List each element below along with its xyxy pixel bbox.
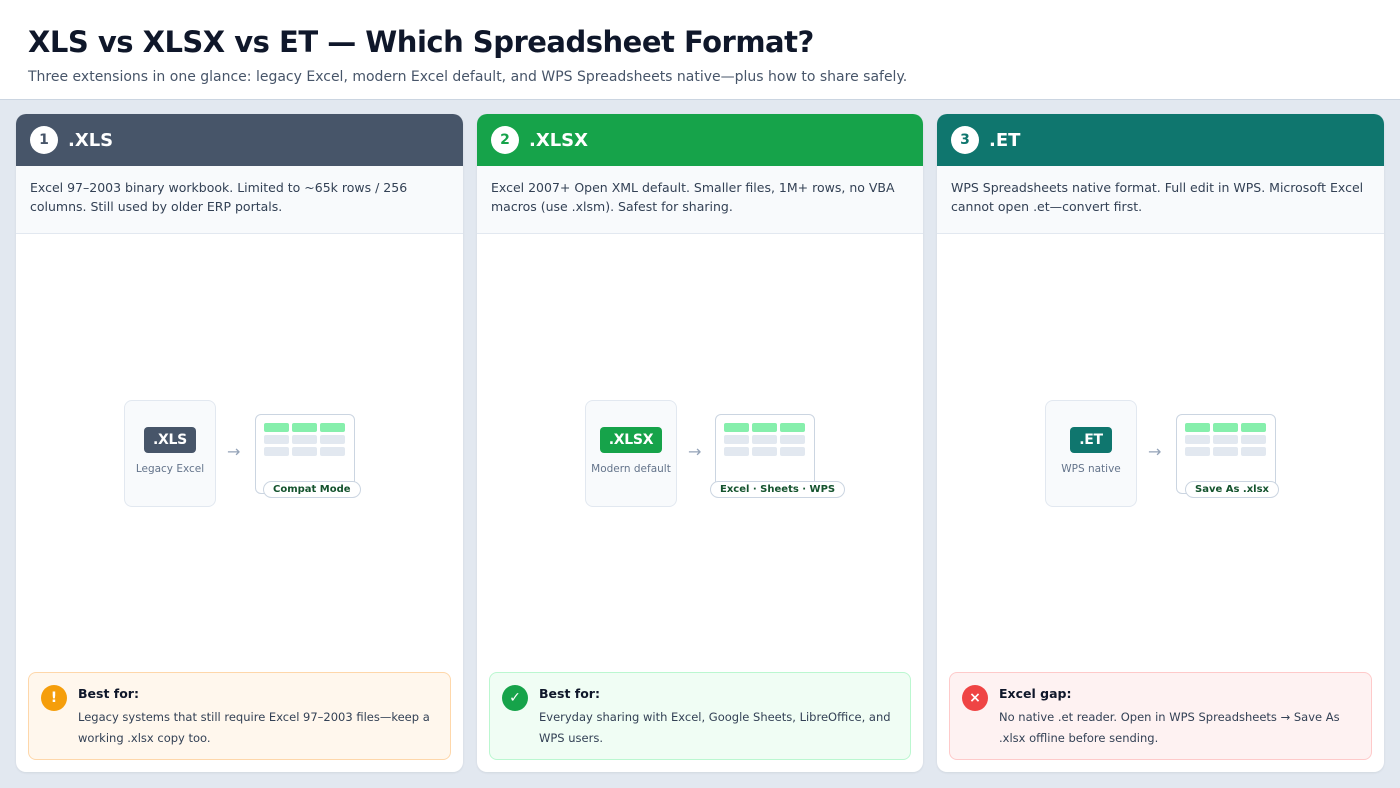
file-type-caption: Legacy Excel [135, 463, 205, 475]
file-type-box: .XLS Legacy Excel [124, 400, 216, 507]
note-body: No native .et reader. Open in WPS Spread… [999, 710, 1340, 745]
card-header: 1 .XLS [16, 114, 463, 166]
page-subtitle: Three extensions in one glance: legacy E… [28, 69, 908, 85]
card-title: .XLSX [529, 129, 589, 151]
format-card-xls: 1 .XLS Excel 97–2003 binary workbook. Li… [16, 114, 463, 772]
compatibility-tag: Compat Mode [263, 481, 361, 498]
file-type-caption: WPS native [1061, 463, 1121, 475]
card-description: WPS Spreadsheets native format. Full edi… [937, 166, 1384, 234]
arrow-right-icon: → [1148, 442, 1162, 461]
page-title: XLS vs XLSX vs ET — Which Spreadsheet Fo… [28, 25, 814, 59]
best-for-note: ✓ Best for: Everyday sharing with Excel,… [489, 672, 911, 760]
step-number-badge: 1 [30, 126, 58, 154]
file-extension-pill: .XLSX [599, 427, 663, 453]
file-extension-pill: .ET [1070, 427, 1112, 453]
file-type-box: .ET WPS native [1045, 400, 1137, 507]
conversion-diagram: .ET WPS native → Save As .xlsx [937, 234, 1384, 674]
card-header: 3 .ET [937, 114, 1384, 166]
note-body: Legacy systems that still require Excel … [78, 710, 430, 745]
arrow-right-icon: → [227, 442, 241, 461]
excel-gap-note: × Excel gap: No native .et reader. Open … [949, 672, 1372, 760]
warning-icon: ! [41, 685, 67, 711]
error-icon: × [962, 685, 988, 711]
card-title: .ET [989, 129, 1021, 151]
note-title: Excel gap: [999, 686, 1072, 701]
conversion-diagram: .XLS Legacy Excel → Compat Mode [16, 234, 463, 674]
step-number-badge: 2 [491, 126, 519, 154]
format-card-et: 3 .ET WPS Spreadsheets native format. Fu… [937, 114, 1384, 772]
conversion-diagram: .XLSX Modern default → Excel · Sheets · … [477, 234, 923, 674]
card-description: Excel 2007+ Open XML default. Smaller fi… [477, 166, 923, 234]
file-type-box: .XLSX Modern default [585, 400, 677, 507]
compatibility-tag: Save As .xlsx [1185, 481, 1279, 498]
card-description: Excel 97–2003 binary workbook. Limited t… [16, 166, 463, 234]
file-type-caption: Modern default [591, 463, 671, 475]
page-header: XLS vs XLSX vs ET — Which Spreadsheet Fo… [0, 0, 1400, 100]
arrow-right-icon: → [688, 442, 702, 461]
card-header: 2 .XLSX [477, 114, 923, 166]
step-number-badge: 3 [951, 126, 979, 154]
best-for-note: ! Best for: Legacy systems that still re… [28, 672, 451, 760]
note-title: Best for: [539, 686, 600, 701]
file-extension-pill: .XLS [144, 427, 196, 453]
check-icon: ✓ [502, 685, 528, 711]
card-title: .XLS [68, 129, 114, 151]
note-body: Everyday sharing with Excel, Google Shee… [539, 710, 891, 745]
compatibility-tag: Excel · Sheets · WPS [710, 481, 846, 498]
note-title: Best for: [78, 686, 139, 701]
format-card-xlsx: 2 .XLSX Excel 2007+ Open XML default. Sm… [477, 114, 923, 772]
